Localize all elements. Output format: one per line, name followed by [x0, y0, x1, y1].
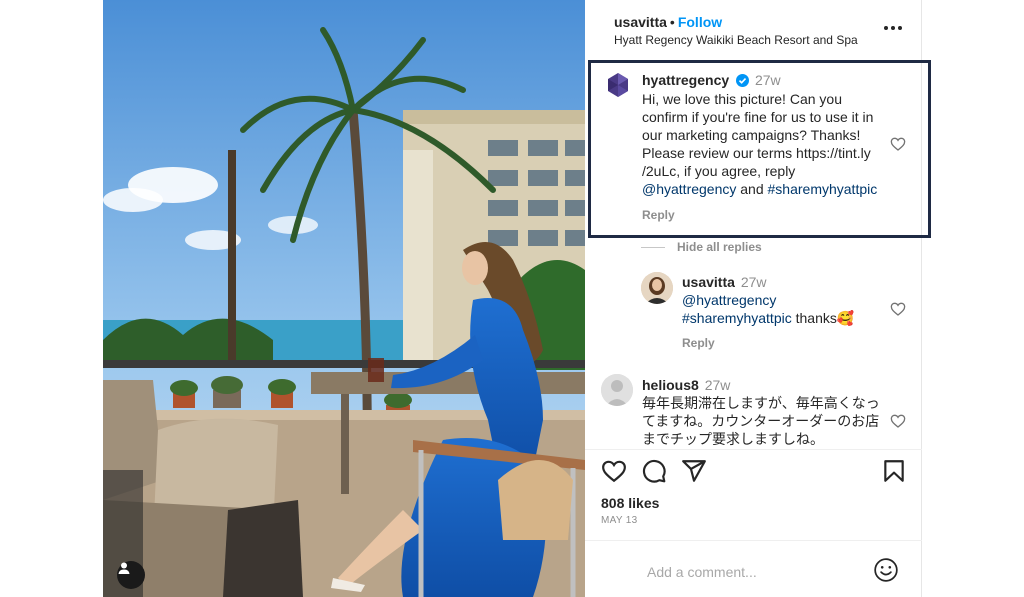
- hide-replies-button[interactable]: Hide all replies: [641, 240, 762, 254]
- bookmark-icon[interactable]: [881, 458, 907, 484]
- mention-link[interactable]: @hyattregency: [682, 291, 892, 309]
- action-bar: [585, 458, 922, 488]
- hashtag-link[interactable]: #sharemyhyattpic: [682, 310, 792, 326]
- heart-icon[interactable]: [890, 301, 906, 317]
- comment-icon[interactable]: [641, 458, 667, 484]
- hyatt-logo[interactable]: [605, 72, 631, 98]
- avatar[interactable]: [601, 374, 633, 406]
- comment-reply-usavitta: usavitta 27w @hyattregency #sharemyhyatt…: [585, 268, 922, 356]
- more-options-button[interactable]: [882, 20, 904, 36]
- comment-username[interactable]: helious8: [642, 377, 699, 393]
- hide-replies-label: Hide all replies: [677, 240, 762, 254]
- photo-illustration: [103, 0, 585, 597]
- avatar[interactable]: [641, 272, 673, 304]
- conjunction-text: and: [736, 181, 768, 197]
- comment-username[interactable]: hyattregency: [642, 72, 729, 88]
- comment-time[interactable]: 27w: [755, 72, 781, 88]
- author-username[interactable]: usavitta: [614, 14, 667, 30]
- comment-username[interactable]: usavitta: [682, 274, 735, 290]
- comment-header: helious8 27w: [642, 377, 730, 393]
- reply-button[interactable]: Reply: [642, 208, 675, 222]
- comment-line: てますね。カウンターオーダーのお店: [642, 413, 880, 429]
- comment-text: Hi, we love this picture! Can you confir…: [642, 90, 892, 198]
- comment-line: our marketing campaigns? Thanks!: [642, 127, 861, 143]
- post-side-panel: usavitta • Follow Hyatt Regency Waikiki Be…: [585, 0, 922, 597]
- mention-link[interactable]: @hyattregency: [642, 181, 736, 197]
- add-comment-input[interactable]: [647, 563, 867, 581]
- emoji: 🥰: [836, 310, 855, 326]
- comment-line: Hi, we love this picture! Can you: [642, 91, 842, 107]
- post-header: usavitta • Follow Hyatt Regency Waikiki Be…: [585, 0, 922, 58]
- comment-line-mentions: @hyattregency and #sharemyhyattpic: [642, 180, 892, 198]
- comment-line: #sharemyhyattpic thanks🥰: [682, 309, 892, 327]
- post-date[interactable]: MAY 13: [601, 515, 637, 526]
- comment-hyattregency: hyattregency 27w Hi, we love this pictur…: [585, 64, 922, 234]
- comment-line: /2uLc, if you agree, reply: [642, 163, 796, 179]
- comment-line: Please review our terms https://tint.ly: [642, 145, 871, 161]
- comment-header: usavitta 27w: [682, 274, 767, 290]
- comment-header: hyattregency 27w: [642, 72, 781, 88]
- comment-line: 毎年長期滞在しますが、毎年高くなっ: [642, 395, 880, 411]
- user-tag-icon[interactable]: [117, 561, 145, 589]
- post-location[interactable]: Hyatt Regency Waikiki Beach Resort and S…: [614, 33, 858, 47]
- heart-icon[interactable]: [890, 413, 906, 429]
- divider: [585, 449, 922, 450]
- comment-time[interactable]: 27w: [705, 377, 731, 393]
- likes-count[interactable]: 808 likes: [601, 495, 659, 511]
- reply-button[interactable]: Reply: [682, 336, 715, 350]
- post-photo[interactable]: [103, 0, 585, 597]
- comment-line: までチップ要求しますしね。: [642, 431, 824, 447]
- divider: [585, 540, 922, 541]
- comment-time[interactable]: 27w: [741, 274, 767, 290]
- heart-icon[interactable]: [890, 136, 906, 152]
- hashtag-link[interactable]: #sharemyhyattpic: [768, 181, 878, 197]
- verified-badge-icon: [736, 74, 750, 87]
- comment-line: confirm if you're fine for us to use it …: [642, 109, 874, 125]
- follow-button[interactable]: Follow: [678, 14, 722, 30]
- comment-suffix: thanks: [791, 310, 837, 326]
- comment-text: 毎年長期滞在しますが、毎年高くなっ てますね。カウンターオーダーのお店 までチッ…: [642, 394, 892, 448]
- replies-divider: [641, 246, 665, 248]
- separator-dot: •: [669, 14, 675, 30]
- emoji-icon[interactable]: [873, 557, 899, 583]
- share-icon[interactable]: [681, 458, 707, 484]
- author-line: usavitta • Follow: [614, 14, 722, 30]
- comment-helious8: helious8 27w 毎年長期滞在しますが、毎年高くなっ てますね。カウンタ…: [585, 372, 922, 448]
- more-icon: [884, 26, 888, 30]
- comment-text: @hyattregency #sharemyhyattpic thanks🥰: [682, 291, 892, 327]
- heart-icon[interactable]: [601, 458, 627, 484]
